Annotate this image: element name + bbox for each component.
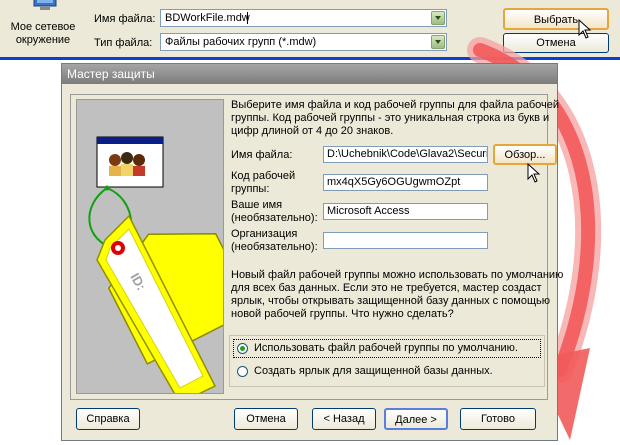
- back-button[interactable]: < Назад: [312, 408, 376, 430]
- workgroup-id-label-2: группы:: [231, 183, 270, 195]
- workgroup-id-label: Код рабочей: [231, 170, 296, 182]
- wizard-filename-value: D:\Uchebnik\Code\Glava2\Security.m: [327, 148, 487, 160]
- chevron-down-icon[interactable]: [431, 11, 445, 25]
- wizard-title-bar[interactable]: Мастер защиты: [62, 64, 557, 84]
- select-button[interactable]: Выбрать: [503, 8, 609, 30]
- id-tag-illustration: ID:: [88, 136, 256, 404]
- network-computer-icon: [33, 0, 57, 10]
- wizard-filename-input[interactable]: D:\Uchebnik\Code\Glava2\Security.m: [323, 146, 488, 163]
- filename-value: BDWorkFile.mdw: [165, 12, 250, 24]
- option-shortcut-label: Создать ярлык для защищенной базы данных…: [254, 365, 493, 377]
- note-text-line1: Новый файл рабочей группы можно использо…: [231, 269, 564, 281]
- next-button[interactable]: Далее >: [384, 408, 448, 430]
- security-illustration: ID:: [76, 99, 256, 404]
- your-name-value: Microsoft Access: [327, 205, 410, 217]
- help-button[interactable]: Справка: [76, 408, 140, 430]
- filetype-label: Тип файла:: [94, 37, 153, 49]
- wizard-content-panel: ID: Выберите имя файла и код рабочей гру…: [70, 94, 563, 404]
- security-wizard-window: Мастер защиты ID: Выберите имя файла и к…: [61, 63, 563, 441]
- wizard-filename-label: Имя файла:: [231, 149, 293, 161]
- option-default-workgroup[interactable]: Использовать файл рабочей группы по умол…: [233, 339, 541, 358]
- finish-button[interactable]: Готово: [460, 408, 536, 430]
- radio-unselected[interactable]: [237, 366, 248, 377]
- net-places-label: Мое сетевое: [10, 21, 76, 33]
- net-places-label-2: окружение: [15, 34, 71, 46]
- option-default-label: Использовать файл рабочей группы по умол…: [254, 342, 518, 354]
- text-cursor: [247, 12, 248, 24]
- your-name-input[interactable]: Microsoft Access: [323, 203, 488, 220]
- intro-text-line3: цифр длиной от 4 до 20 знаков.: [231, 125, 394, 137]
- option-create-shortcut[interactable]: Создать ярлык для защищенной базы данных…: [234, 363, 540, 380]
- wizard-title: Мастер защиты: [67, 67, 155, 81]
- organization-label: Организация: [231, 228, 298, 240]
- filename-combobox[interactable]: BDWorkFile.mdw: [160, 9, 447, 27]
- workgroup-id-input[interactable]: mx4qX5Gy6OGUgwmOZpt: [323, 174, 488, 191]
- network-places-shortcut[interactable]: Мое сетевое окружение: [4, 0, 82, 52]
- note-text-line2: для всех баз данных. Если это не требует…: [231, 282, 542, 294]
- mouse-cursor-icon: [527, 163, 541, 183]
- workgroup-id-value: mx4qX5Gy6OGUgwmOZpt: [327, 176, 461, 188]
- note-text-line3: ярлык, чтобы открывать защищенной базу д…: [231, 295, 551, 307]
- filename-label: Имя файла:: [94, 13, 156, 25]
- organization-label-2: (необязательно):: [231, 241, 318, 253]
- filetype-combobox[interactable]: Файлы рабочих групп (*.mdw): [160, 33, 447, 51]
- browse-button[interactable]: Обзор...: [493, 144, 557, 165]
- organization-input[interactable]: [323, 232, 488, 249]
- users-icon: [109, 152, 145, 176]
- radio-selected[interactable]: [237, 343, 248, 354]
- filetype-value: Файлы рабочих групп (*.mdw): [165, 36, 317, 48]
- options-group: Использовать файл рабочей группы по умол…: [229, 335, 545, 387]
- intro-text-line2: группы. Код рабочей группы - это уникаль…: [231, 112, 550, 124]
- note-text-line4: новой рабочей группы. Что нужно сделать?: [231, 308, 454, 320]
- wizard-cancel-button[interactable]: Отмена: [234, 408, 298, 430]
- your-name-label: Ваше имя: [231, 199, 283, 211]
- your-name-label-2: (необязательно):: [231, 212, 318, 224]
- intro-text-line1: Выберите имя файла и код рабочей группы …: [231, 99, 560, 111]
